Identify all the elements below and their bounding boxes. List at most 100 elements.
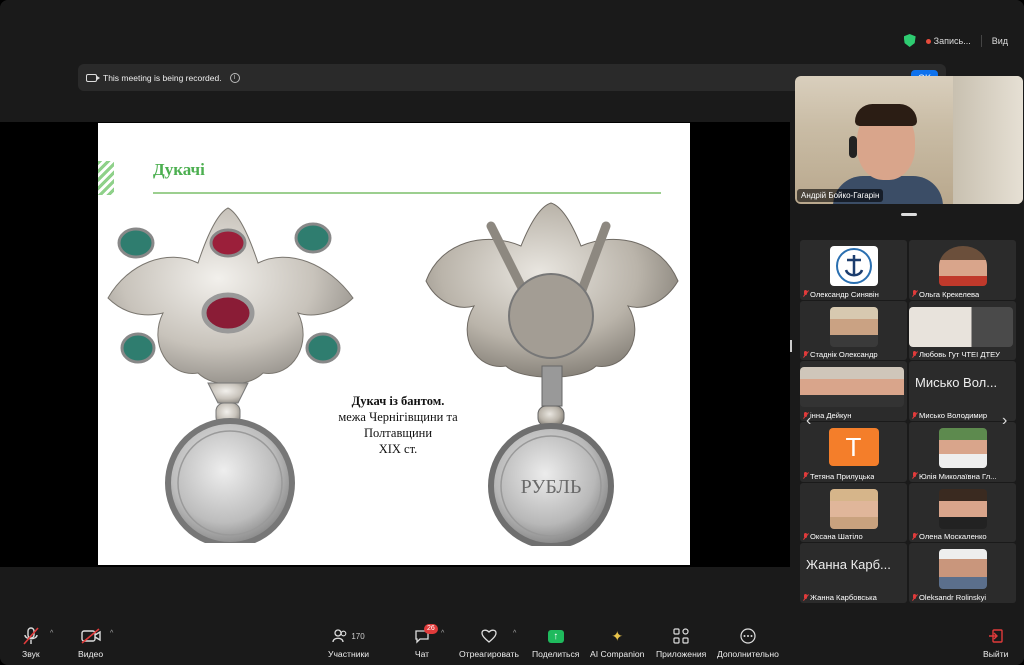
view-button[interactable]: Вид xyxy=(992,36,1008,46)
slide-caption: Дукач із бантом. межа Чернігівщини та По… xyxy=(318,393,478,457)
mic-muted-icon xyxy=(911,593,917,602)
recording-message: This meeting is being recorded. xyxy=(103,72,222,83)
participant-label: Жанна Карбовська xyxy=(802,593,877,602)
participant-tile[interactable]: Стаднік Олександр xyxy=(800,300,907,361)
participant-tile[interactable]: інна Дейкун xyxy=(800,361,907,422)
recording-camera-icon xyxy=(86,73,100,82)
participant-tile[interactable]: Мисько Вол... Мисько Володимир xyxy=(909,361,1016,422)
participant-label: Оксана Шатіло xyxy=(802,532,863,541)
audio-button[interactable]: Звук xyxy=(22,626,40,659)
participant-label: Ольга Крекелева xyxy=(911,290,979,299)
participant-photo xyxy=(938,246,987,286)
headset-icon xyxy=(849,136,857,158)
coin-inscription: РУБЛЬ xyxy=(521,476,582,498)
panel-resize-handle[interactable] xyxy=(790,340,792,352)
participant-tile[interactable]: Любовь Гут ЧТЕІ ДТЕУ xyxy=(909,300,1016,361)
participant-label: Любовь Гут ЧТЕІ ДТЕУ xyxy=(911,350,1000,359)
mic-muted-icon xyxy=(911,350,917,359)
active-speaker-video[interactable]: Андрій Бойко-Гагарін xyxy=(795,76,1023,204)
participant-photo xyxy=(938,549,987,590)
mic-muted-icon xyxy=(911,290,917,298)
chat-unread-badge: 26 xyxy=(424,624,438,634)
mic-muted-icon xyxy=(802,350,808,359)
organization-logo-icon xyxy=(829,246,878,286)
chat-options-chevron-icon[interactable]: ^ xyxy=(441,630,444,637)
title-bar xyxy=(0,0,1024,30)
participant-label: Тетяна Прилуцька xyxy=(802,472,874,481)
gallery-next-icon[interactable]: › xyxy=(1002,412,1007,430)
mic-muted-icon xyxy=(802,593,808,602)
zoom-window: Запись... Вид This meeting is being reco… xyxy=(0,0,1024,665)
video-options-chevron-icon[interactable]: ^ xyxy=(110,630,113,637)
panel-drag-handle[interactable] xyxy=(901,213,917,216)
participant-label: Стаднік Олександр xyxy=(802,350,878,359)
mic-muted-icon xyxy=(911,532,917,541)
caption-line-2: Полтавщини xyxy=(363,426,433,440)
react-options-chevron-icon[interactable]: ^ xyxy=(513,630,516,637)
slide-title-rule xyxy=(153,192,661,194)
participant-gallery: Олександр Синявін Ольга Крекелева Стадні… xyxy=(800,240,1017,606)
ai-companion-button[interactable]: ✦ AI Companion xyxy=(590,626,644,660)
participant-tile[interactable]: Олена Москаленко xyxy=(909,482,1016,543)
more-dots-icon xyxy=(740,626,756,646)
top-status-area: Запись... Вид xyxy=(903,34,1008,47)
mic-muted-icon xyxy=(802,532,808,541)
participant-tile[interactable]: Олександр Синявін xyxy=(800,240,907,300)
share-screen-icon-wrap: ↑ xyxy=(547,626,564,646)
mic-muted-icon xyxy=(911,472,917,480)
speaker-hair xyxy=(855,104,917,126)
mic-muted-icon xyxy=(802,290,808,298)
slide-decor-stripe xyxy=(98,161,114,195)
audio-options-chevron-icon[interactable]: ^ xyxy=(50,630,53,637)
participant-photo xyxy=(938,428,987,469)
recording-dot-icon xyxy=(925,38,931,44)
participant-photo xyxy=(829,306,878,347)
leave-icon xyxy=(988,626,1004,646)
participant-tile[interactable]: Oleksandr Rolinskyi xyxy=(909,543,1016,604)
participant-tile[interactable]: Т Тетяна Прилуцька xyxy=(800,422,907,482)
pendant-back-image: РУБЛЬ xyxy=(425,202,679,546)
apps-button[interactable]: Приложения xyxy=(656,626,706,659)
info-icon[interactable]: i xyxy=(229,72,240,83)
participant-label: Олена Москаленко xyxy=(911,532,987,541)
participant-initial-avatar: Т xyxy=(828,428,879,467)
leave-button[interactable]: Выйти xyxy=(983,626,1008,659)
participants-button[interactable]: 170 Участники xyxy=(328,626,369,659)
participant-label: Oleksandr Rolinskyi xyxy=(911,593,986,602)
participants-icon: 170 xyxy=(332,626,365,646)
participant-display-name: Жанна Карб... xyxy=(806,557,891,573)
participant-display-name: Мисько Вол... xyxy=(915,375,998,391)
participant-label: Олександр Синявін xyxy=(802,290,879,299)
gallery-prev-icon[interactable]: ‹ xyxy=(806,412,811,430)
caption-line-3: XIX ст. xyxy=(378,442,418,456)
recording-indicator[interactable]: Запись... xyxy=(925,36,971,46)
pendant-front-image xyxy=(107,207,354,543)
video-off-icon xyxy=(80,626,101,646)
share-screen-button[interactable]: ↑ Поделиться xyxy=(532,626,579,659)
more-button[interactable]: Дополнительно xyxy=(717,626,779,659)
share-screen-icon: ↑ xyxy=(547,629,564,643)
apps-icon xyxy=(673,626,689,646)
participant-tile[interactable]: Жанна Карб... Жанна Карбовська xyxy=(800,543,907,604)
participants-count: 170 xyxy=(351,631,365,641)
caption-title: Дукач із бантом. xyxy=(351,394,445,408)
participant-tile[interactable]: Юлія Миколаївна Гл... xyxy=(909,422,1016,482)
participant-tile[interactable]: Ольга Крекелева xyxy=(909,240,1016,300)
participant-label: Юлія Миколаївна Гл... xyxy=(911,472,996,481)
react-button[interactable]: Отреагировать xyxy=(459,626,519,659)
participant-photo xyxy=(800,367,904,408)
mic-muted-icon xyxy=(802,472,808,480)
caption-line-1: межа Чернігівщини та xyxy=(338,410,458,424)
top-divider xyxy=(980,34,982,47)
meeting-toolbar: Звук ^ Видео ^ 170 Участники 26 Чат ^ От… xyxy=(0,618,1024,665)
participant-tile[interactable]: Оксана Шатіло xyxy=(800,482,907,543)
mic-muted-icon xyxy=(911,411,917,420)
chat-button[interactable]: 26 Чат xyxy=(414,624,438,659)
slide-title: Дукачі xyxy=(153,160,205,179)
encryption-shield-icon[interactable] xyxy=(903,34,916,47)
speaker-name-tag: Андрій Бойко-Гагарін xyxy=(797,189,884,202)
video-button[interactable]: Видео xyxy=(78,626,103,659)
participant-photo xyxy=(938,488,987,529)
sparkle-icon: ✦ xyxy=(611,627,624,644)
participant-label: Мисько Володимир xyxy=(911,411,987,420)
